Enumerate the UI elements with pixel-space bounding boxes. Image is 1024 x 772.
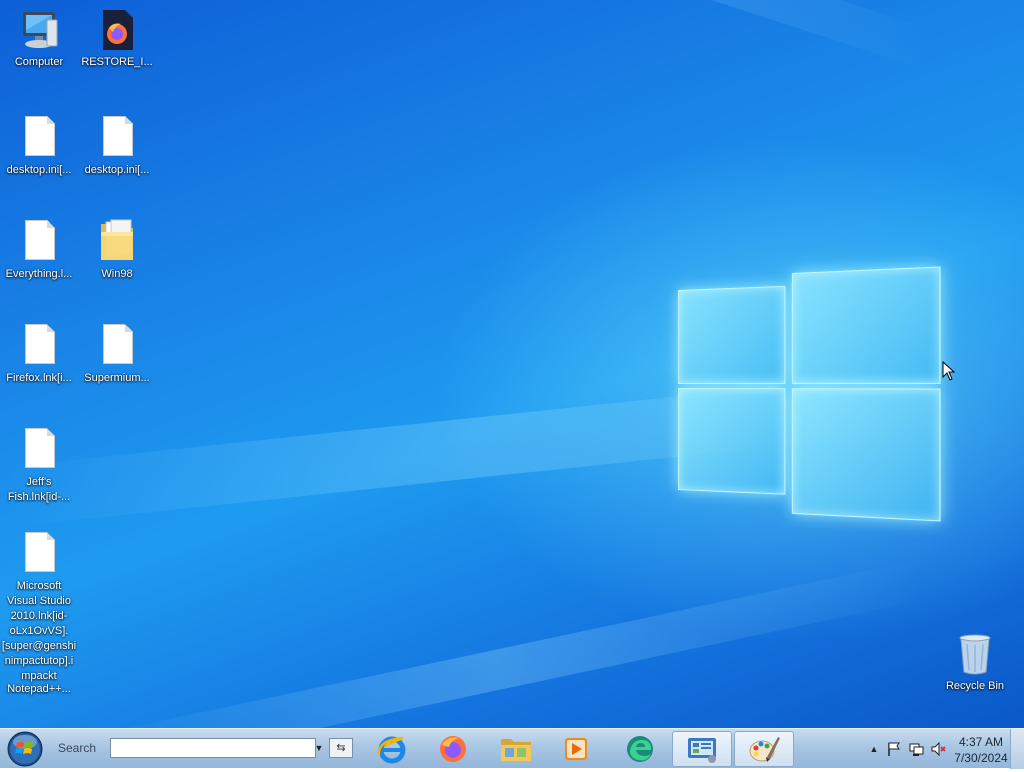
- document-icon: [97, 324, 137, 368]
- mouse-cursor-icon: [942, 361, 956, 381]
- desktop-icon-label: Microsoft Visual Studio 2010.lnk[id-oLx1…: [1, 579, 77, 684]
- taskbar-control-panel[interactable]: [672, 731, 732, 767]
- show-hidden-icons-chevron-up-icon[interactable]: ▲: [866, 741, 882, 757]
- desktop-icon-label: desktop.ini[...: [79, 163, 155, 178]
- desktop-icon-label: Win98: [79, 267, 155, 282]
- document-icon: [19, 428, 59, 472]
- firefox-file-icon: [97, 8, 137, 52]
- edge-icon: [624, 733, 656, 765]
- windows-logo-wallpaper: [678, 244, 945, 524]
- folder-icon: [97, 214, 137, 264]
- desktop-icon-label: desktop.ini[...: [1, 163, 77, 178]
- search-go-button[interactable]: ⇆: [329, 738, 353, 758]
- desktop-icon-desktop-ini-1[interactable]: desktop.ini[...: [1, 116, 77, 178]
- desktop-icon-notepad-plus[interactable]: Notepad++...: [1, 682, 77, 697]
- system-tray: ▲ 4:37 AM 7/30/2024: [844, 729, 1024, 769]
- taskbar-file-explorer[interactable]: [488, 731, 544, 767]
- document-icon: [19, 532, 59, 576]
- network-icon[interactable]: [908, 741, 924, 757]
- show-desktop-button[interactable]: [1010, 729, 1024, 769]
- desktop-icon-recycle-bin[interactable]: Recycle Bin: [937, 632, 1013, 694]
- start-button[interactable]: [7, 731, 43, 767]
- desktop-icon-computer[interactable]: Computer: [1, 8, 77, 70]
- light-beam: [75, 560, 925, 728]
- firefox-icon: [437, 733, 469, 765]
- desktop-icon-supermium[interactable]: Supermium...: [79, 324, 155, 386]
- desktop-icon-visual-studio[interactable]: Microsoft Visual Studio 2010.lnk[id-oLx1…: [1, 532, 77, 684]
- desktop-icon-label: Computer: [1, 55, 77, 70]
- desktop-icon-firefox-lnk[interactable]: Firefox.lnk[i...: [1, 324, 77, 386]
- desktop-icon-label: Firefox.lnk[i...: [1, 371, 77, 386]
- search-input[interactable]: [110, 738, 316, 758]
- volume-muted-icon[interactable]: [930, 741, 946, 757]
- internet-explorer-icon: [375, 734, 409, 764]
- desktop-icon-everything[interactable]: Everything.l...: [1, 220, 77, 282]
- taskbar: Search ▼ ⇆ ▲ 4:37 AM 7/30/2024: [0, 728, 1024, 768]
- taskbar-edge[interactable]: [612, 731, 668, 767]
- recycle-bin-icon: [955, 632, 995, 676]
- clock-time[interactable]: 4:37 AM: [946, 735, 1016, 749]
- taskbar-internet-explorer[interactable]: [364, 731, 420, 767]
- desktop-icon-label: Notepad++...: [1, 682, 77, 697]
- document-icon: [19, 324, 59, 368]
- desktop-icon-label: Everything.l...: [1, 267, 77, 282]
- control-panel-icon: [685, 734, 719, 764]
- desktop-icon-label: RESTORE_I...: [79, 55, 155, 70]
- desktop-icon-label: Jeff's Fish.lnk[id-...: [1, 475, 77, 505]
- search-label: Search: [58, 741, 96, 755]
- desktop-icon-label: Supermium...: [79, 371, 155, 386]
- taskbar-media-player[interactable]: [548, 731, 604, 767]
- folder-icon: [499, 734, 533, 764]
- clock-date[interactable]: 7/30/2024: [946, 751, 1016, 765]
- desktop-icon-desktop-ini-2[interactable]: desktop.ini[...: [79, 116, 155, 178]
- taskbar-paint[interactable]: [734, 731, 794, 767]
- action-center-flag-icon[interactable]: [886, 741, 902, 757]
- desktop[interactable]: Computer RESTORE_I... desktop.ini[... de…: [0, 0, 1024, 728]
- desktop-icon-win98[interactable]: Win98: [79, 214, 155, 282]
- chevron-down-icon[interactable]: ▼: [311, 739, 327, 757]
- media-player-icon: [561, 734, 591, 764]
- desktop-icon-jeffs-fish[interactable]: Jeff's Fish.lnk[id-...: [1, 428, 77, 505]
- document-icon: [19, 116, 59, 160]
- taskbar-firefox[interactable]: [425, 731, 481, 767]
- document-icon: [97, 116, 137, 160]
- desktop-icon-label: Recycle Bin: [937, 679, 1013, 694]
- light-beam: [153, 0, 936, 69]
- desktop-icon-restore-file[interactable]: RESTORE_I...: [79, 8, 155, 70]
- paint-icon: [747, 733, 781, 765]
- computer-icon: [19, 8, 59, 52]
- document-icon: [19, 220, 59, 264]
